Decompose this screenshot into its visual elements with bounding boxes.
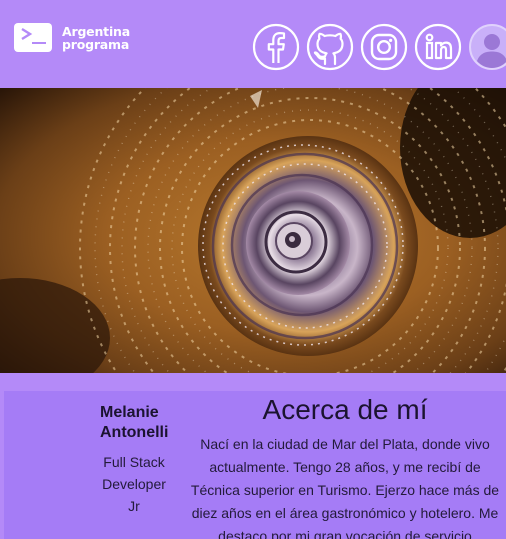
profile-role: Full Stack Developer Jr xyxy=(92,451,176,517)
role-line1: Full Stack xyxy=(103,454,165,470)
profile-block: Melanie Antonelli Full Stack Developer J… xyxy=(92,403,176,517)
site-header: Argentina programa xyxy=(0,0,506,88)
about-title: Acerca de mí xyxy=(262,394,428,425)
logo-line1: Argentina xyxy=(62,23,130,39)
argentina-programa-logo[interactable]: Argentina programa xyxy=(14,23,130,52)
logo-line2: programa xyxy=(62,36,130,52)
github-icon[interactable] xyxy=(306,23,354,71)
instagram-icon[interactable] xyxy=(360,23,408,71)
role-line3: Jr xyxy=(128,498,140,514)
terminal-icon xyxy=(14,23,52,52)
role-line2: Developer xyxy=(102,476,166,492)
about-block: Acerca de mí Nací en la ciudad de Mar de… xyxy=(184,393,506,539)
user-icon[interactable] xyxy=(468,23,506,71)
profile-first-name: Melanie xyxy=(100,404,159,421)
about-text: Nací en la ciudad de Mar del Plata, dond… xyxy=(190,436,500,539)
about-section: Melanie Antonelli Full Stack Developer J… xyxy=(0,373,506,539)
banner-image xyxy=(0,88,506,373)
facebook-icon[interactable] xyxy=(252,23,300,71)
linkedin-icon[interactable] xyxy=(414,23,462,71)
profile-last-name: Antonelli xyxy=(100,424,169,441)
logo-text: Argentina programa xyxy=(62,25,130,51)
